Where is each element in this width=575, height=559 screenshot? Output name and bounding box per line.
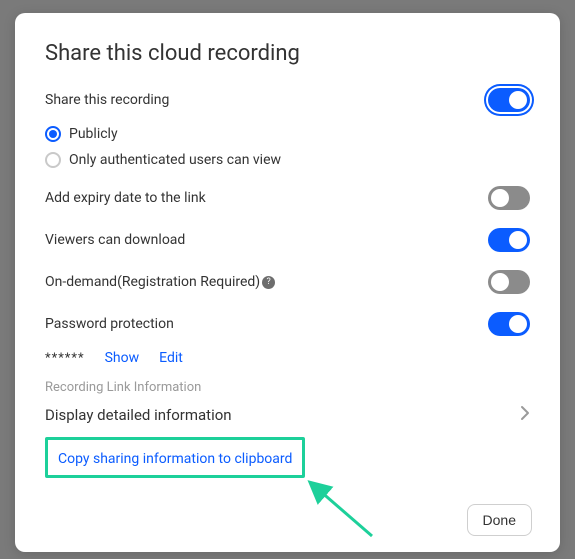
- dialog-footer: Done: [467, 504, 532, 536]
- copy-sharing-link[interactable]: Copy sharing information to clipboard: [58, 451, 292, 467]
- share-recording-row: Share this recording: [45, 88, 530, 112]
- password-mask: ******: [45, 351, 85, 366]
- radio-public-label: Publicly: [69, 126, 118, 142]
- password-row: Password protection: [45, 312, 530, 336]
- done-button[interactable]: Done: [467, 504, 532, 536]
- password-label: Password protection: [45, 316, 174, 332]
- annotation-arrow-icon: [302, 474, 382, 544]
- chevron-right-icon: [520, 405, 530, 425]
- password-show-link[interactable]: Show: [105, 350, 140, 366]
- ondemand-toggle[interactable]: [488, 270, 530, 294]
- display-detailed-label: Display detailed information: [45, 406, 232, 424]
- ondemand-label-text: On-demand(Registration Required): [45, 274, 260, 290]
- link-info-header: Recording Link Information: [45, 380, 530, 395]
- password-edit-link[interactable]: Edit: [159, 350, 183, 366]
- ondemand-label: On-demand(Registration Required)?: [45, 274, 275, 290]
- expiry-label: Add expiry date to the link: [45, 190, 206, 206]
- expiry-row: Add expiry date to the link: [45, 186, 530, 210]
- ondemand-row: On-demand(Registration Required)?: [45, 270, 530, 294]
- radio-authenticated[interactable]: Only authenticated users can view: [45, 152, 530, 168]
- download-label: Viewers can download: [45, 232, 185, 248]
- display-detailed-row[interactable]: Display detailed information: [45, 405, 530, 425]
- expiry-toggle[interactable]: [488, 186, 530, 210]
- download-row: Viewers can download: [45, 228, 530, 252]
- share-recording-toggle[interactable]: [488, 88, 530, 112]
- share-dialog: Share this cloud recording Share this re…: [15, 13, 560, 552]
- radio-icon: [45, 152, 61, 168]
- radio-icon: [45, 126, 61, 142]
- password-toggle[interactable]: [488, 312, 530, 336]
- download-toggle[interactable]: [488, 228, 530, 252]
- radio-public[interactable]: Publicly: [45, 126, 530, 142]
- password-controls: ****** Show Edit: [45, 350, 530, 366]
- help-icon[interactable]: ?: [262, 276, 275, 289]
- copy-link-highlight: Copy sharing information to clipboard: [45, 437, 305, 478]
- visibility-radio-group: Publicly Only authenticated users can vi…: [45, 126, 530, 168]
- radio-authenticated-label: Only authenticated users can view: [69, 152, 281, 168]
- dialog-title: Share this cloud recording: [45, 41, 530, 66]
- share-recording-label: Share this recording: [45, 92, 169, 108]
